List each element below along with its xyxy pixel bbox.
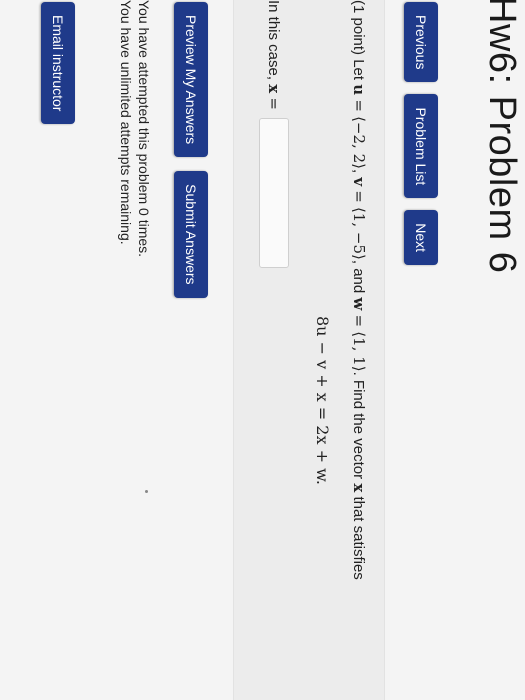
answer-input[interactable] bbox=[259, 117, 289, 268]
decorative-dot bbox=[145, 490, 148, 493]
submit-answers-button[interactable]: Submit Answers bbox=[174, 171, 208, 298]
answer-actions: Preview My Answers Submit Answers bbox=[174, 2, 208, 298]
x-symbol: x bbox=[350, 483, 368, 493]
previous-button[interactable]: Previous bbox=[404, 2, 438, 83]
v-symbol: v bbox=[350, 177, 368, 187]
answer-prompt: In this case, bbox=[265, 0, 283, 81]
next-button[interactable]: Next bbox=[404, 210, 438, 266]
preview-answers-button[interactable]: Preview My Answers bbox=[174, 2, 208, 158]
attempts-remaining-text: You have unlimited attempts remaining. bbox=[118, 0, 134, 245]
problem-equation: 8u − v + x = 2x + w. bbox=[313, 316, 332, 485]
attempt-status: You have attempted this problem 0 times.… bbox=[117, 0, 153, 257]
find-text: Find the vector bbox=[350, 379, 367, 480]
w-value: ⟨1, 1⟩ bbox=[350, 331, 368, 372]
problem-list-button[interactable]: Problem List bbox=[404, 94, 438, 199]
satisfies-text: that satisfies bbox=[350, 496, 367, 580]
problem-body: (1 point) Let u = ⟨−2, 2⟩, v = ⟨1, −5⟩, … bbox=[145, 0, 385, 700]
v-value: ⟨1, −5⟩ bbox=[350, 206, 368, 260]
page: Hw6: Problem 6 Previous Problem List Nex… bbox=[0, 0, 525, 700]
email-area: Email instructor bbox=[41, 2, 75, 125]
w-symbol: w bbox=[350, 297, 368, 311]
u-value: ⟨−2, 2⟩ bbox=[350, 116, 368, 169]
u-symbol: u bbox=[350, 84, 368, 96]
let-text: Let bbox=[350, 59, 367, 81]
problem-statement: (1 point) Let u = ⟨−2, 2⟩, v = ⟨1, −5⟩, … bbox=[350, 0, 368, 580]
problem-navigation: Previous Problem List Next bbox=[404, 2, 438, 266]
page-title: Hw6: Problem 6 bbox=[481, 0, 523, 274]
and-text: and bbox=[350, 268, 367, 294]
points-label: (1 point) bbox=[350, 0, 367, 56]
answer-row: In this case, x = bbox=[259, 0, 289, 268]
email-instructor-button[interactable]: Email instructor bbox=[41, 2, 75, 125]
answer-variable: x bbox=[265, 84, 283, 94]
attempts-made-text: You have attempted this problem 0 times. bbox=[136, 0, 152, 258]
